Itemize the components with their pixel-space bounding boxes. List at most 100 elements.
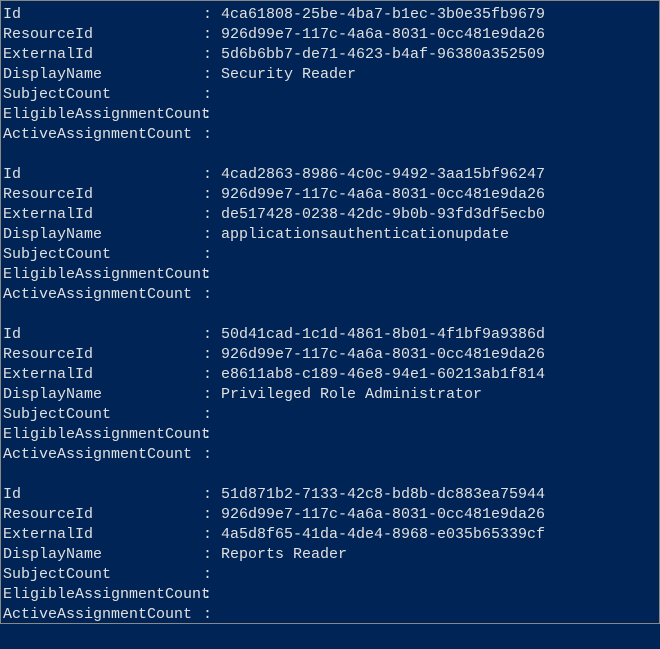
field-value: 5d6b6bb7-de71-4623-b4af-96380a352509 — [221, 46, 545, 63]
output-line: ResourceId : 926d99e7-117c-4a6a-8031-0cc… — [3, 185, 657, 205]
output-line: ResourceId : 926d99e7-117c-4a6a-8031-0cc… — [3, 25, 657, 45]
output-line: Id : 51d871b2-7133-42c8-bd8b-dc883ea7594… — [3, 485, 657, 505]
output-line: Id : 50d41cad-1c1d-4861-8b01-4f1bf9a9386… — [3, 325, 657, 345]
field-value: 4cad2863-8986-4c0c-9492-3aa15bf96247 — [221, 166, 545, 183]
field-value: 4ca61808-25be-4ba7-b1ec-3b0e35fb9679 — [221, 6, 545, 23]
output-line: DisplayName : Privileged Role Administra… — [3, 385, 657, 405]
output-record: Id : 4ca61808-25be-4ba7-b1ec-3b0e35fb967… — [3, 5, 657, 145]
field-key: EligibleAssignmentCount — [3, 425, 203, 445]
output-line: ActiveAssignmentCount : — [3, 445, 657, 465]
output-line: ResourceId : 926d99e7-117c-4a6a-8031-0cc… — [3, 505, 657, 525]
output-line: DisplayName : applicationsauthentication… — [3, 225, 657, 245]
output-line: EligibleAssignmentCount : — [3, 265, 657, 285]
field-key: Id — [3, 485, 203, 505]
colon: : — [203, 185, 221, 205]
field-value: 51d871b2-7133-42c8-bd8b-dc883ea75944 — [221, 486, 545, 503]
field-key: ExternalId — [3, 45, 203, 65]
output-line: SubjectCount : — [3, 245, 657, 265]
output-line: ExternalId : 4a5d8f65-41da-4de4-8968-e03… — [3, 525, 657, 545]
colon: : — [203, 25, 221, 45]
colon: : — [203, 585, 221, 605]
colon: : — [203, 345, 221, 365]
colon: : — [203, 285, 221, 305]
output-line: ExternalId : de517428-0238-42dc-9b0b-93f… — [3, 205, 657, 225]
field-value: 50d41cad-1c1d-4861-8b01-4f1bf9a9386d — [221, 326, 545, 343]
field-value: 926d99e7-117c-4a6a-8031-0cc481e9da26 — [221, 186, 545, 203]
output-line: ActiveAssignmentCount : — [3, 605, 657, 625]
output-line: EligibleAssignmentCount : — [3, 425, 657, 445]
field-key: ActiveAssignmentCount — [3, 605, 203, 625]
field-value: Privileged Role Administrator — [221, 386, 482, 403]
colon: : — [203, 445, 221, 465]
colon: : — [203, 405, 221, 425]
colon: : — [203, 485, 221, 505]
output-record: Id : 51d871b2-7133-42c8-bd8b-dc883ea7594… — [3, 485, 657, 625]
output-record: Id : 50d41cad-1c1d-4861-8b01-4f1bf9a9386… — [3, 325, 657, 465]
field-key: DisplayName — [3, 65, 203, 85]
field-key: ActiveAssignmentCount — [3, 125, 203, 145]
field-key: ActiveAssignmentCount — [3, 445, 203, 465]
field-key: ExternalId — [3, 205, 203, 225]
field-key: DisplayName — [3, 225, 203, 245]
field-key: Id — [3, 325, 203, 345]
field-value: 926d99e7-117c-4a6a-8031-0cc481e9da26 — [221, 506, 545, 523]
colon: : — [203, 45, 221, 65]
field-key: ResourceId — [3, 505, 203, 525]
output-line: ResourceId : 926d99e7-117c-4a6a-8031-0cc… — [3, 345, 657, 365]
colon: : — [203, 385, 221, 405]
field-key: SubjectCount — [3, 245, 203, 265]
output-line: ActiveAssignmentCount : — [3, 285, 657, 305]
field-value: 4a5d8f65-41da-4de4-8968-e035b65339cf — [221, 526, 545, 543]
field-key: EligibleAssignmentCount — [3, 105, 203, 125]
colon: : — [203, 325, 221, 345]
field-key: SubjectCount — [3, 85, 203, 105]
colon: : — [203, 5, 221, 25]
output-line: SubjectCount : — [3, 405, 657, 425]
field-key: ExternalId — [3, 525, 203, 545]
field-key: EligibleAssignmentCount — [3, 585, 203, 605]
colon: : — [203, 165, 221, 185]
field-value: applicationsauthenticationupdate — [221, 226, 509, 243]
field-value: Reports Reader — [221, 546, 347, 563]
field-key: ResourceId — [3, 25, 203, 45]
field-key: ResourceId — [3, 345, 203, 365]
colon: : — [203, 225, 221, 245]
colon: : — [203, 425, 221, 445]
output-line: SubjectCount : — [3, 85, 657, 105]
colon: : — [203, 545, 221, 565]
field-key: Id — [3, 5, 203, 25]
powershell-terminal[interactable]: Id : 4ca61808-25be-4ba7-b1ec-3b0e35fb967… — [1, 1, 659, 649]
output-record: Id : 4cad2863-8986-4c0c-9492-3aa15bf9624… — [3, 165, 657, 305]
field-value: Security Reader — [221, 66, 356, 83]
output-line: Id : 4cad2863-8986-4c0c-9492-3aa15bf9624… — [3, 165, 657, 185]
field-key: ActiveAssignmentCount — [3, 285, 203, 305]
colon: : — [203, 265, 221, 285]
field-value: e8611ab8-c189-46e8-94e1-60213ab1f814 — [221, 366, 545, 383]
output-line: DisplayName : Reports Reader — [3, 545, 657, 565]
colon: : — [203, 565, 221, 585]
colon: : — [203, 205, 221, 225]
field-key: SubjectCount — [3, 405, 203, 425]
output-line: EligibleAssignmentCount : — [3, 105, 657, 125]
field-key: ExternalId — [3, 365, 203, 385]
field-value: 926d99e7-117c-4a6a-8031-0cc481e9da26 — [221, 346, 545, 363]
colon: : — [203, 105, 221, 125]
field-key: Id — [3, 165, 203, 185]
field-key: EligibleAssignmentCount — [3, 265, 203, 285]
colon: : — [203, 505, 221, 525]
output-line: EligibleAssignmentCount : — [3, 585, 657, 605]
field-key: DisplayName — [3, 385, 203, 405]
field-value: 926d99e7-117c-4a6a-8031-0cc481e9da26 — [221, 26, 545, 43]
field-key: SubjectCount — [3, 565, 203, 585]
output-line: ExternalId : 5d6b6bb7-de71-4623-b4af-963… — [3, 45, 657, 65]
output-line: Id : 4ca61808-25be-4ba7-b1ec-3b0e35fb967… — [3, 5, 657, 25]
field-key: ResourceId — [3, 185, 203, 205]
colon: : — [203, 65, 221, 85]
colon: : — [203, 605, 221, 625]
colon: : — [203, 85, 221, 105]
colon: : — [203, 525, 221, 545]
field-value: de517428-0238-42dc-9b0b-93fd3df5ecb0 — [221, 206, 545, 223]
colon: : — [203, 365, 221, 385]
output-line: DisplayName : Security Reader — [3, 65, 657, 85]
colon: : — [203, 125, 221, 145]
